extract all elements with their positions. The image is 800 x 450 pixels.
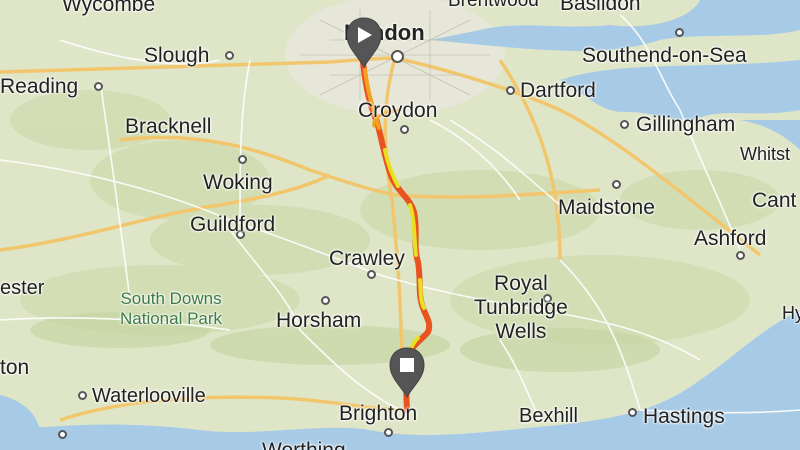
label-reading: Reading <box>0 75 79 98</box>
label-slough: Slough <box>144 44 210 67</box>
label-hythe: Hy <box>782 303 800 323</box>
gillingham-dot <box>620 120 629 129</box>
slough-dot <box>225 51 234 60</box>
label-royal-line2: Tunbridge <box>474 296 568 320</box>
label-royal-line1: Royal <box>494 272 548 295</box>
maidstone-dot <box>612 180 621 189</box>
horsham-dot <box>321 296 330 305</box>
stop-icon <box>400 358 414 372</box>
brighton-dot <box>384 428 393 437</box>
label-canterbury: Cant <box>752 189 797 212</box>
basildon-dot <box>675 28 684 37</box>
map-view[interactable]: Wycombe Brentwood Basildon London Slough… <box>0 0 800 450</box>
label-south-downs: South Downs National Park <box>120 289 222 328</box>
label-croydon: Croydon <box>358 99 438 122</box>
woking-dot <box>238 155 247 164</box>
portsmouth-dot <box>58 430 67 439</box>
label-south-downs-line2: National Park <box>120 308 223 328</box>
label-worthing: Worthing <box>262 440 346 450</box>
dartford-dot <box>506 86 515 95</box>
label-hastings: Hastings <box>643 405 725 428</box>
label-royal-tunbridge-wells: Royal Tunbridge Wells <box>474 272 568 344</box>
label-woking: Woking <box>203 171 273 194</box>
label-brentwood: Brentwood <box>448 0 539 11</box>
label-guildford: Guildford <box>190 213 276 236</box>
route-start-marker[interactable] <box>344 16 384 68</box>
label-basildon: Basildon <box>560 0 641 15</box>
route-end-marker[interactable] <box>387 346 427 398</box>
label-dartford: Dartford <box>520 79 596 102</box>
label-brighton: Brighton <box>339 402 418 425</box>
label-waterlooville: Waterlooville <box>92 385 206 407</box>
hastings-dot <box>628 408 637 417</box>
label-maidstone: Maidstone <box>558 196 655 219</box>
label-gillingham: Gillingham <box>636 113 736 136</box>
label-portsmouth: ton <box>0 356 30 379</box>
label-chichester: ester <box>0 277 45 299</box>
label-whitstable: Whitst <box>740 144 791 164</box>
london-marker-dot <box>391 50 404 63</box>
waterlooville-dot <box>78 391 87 400</box>
crawley-dot <box>367 270 376 279</box>
croydon-dot <box>400 125 409 134</box>
label-wycombe: Wycombe <box>62 0 156 16</box>
reading-dot <box>94 82 103 91</box>
label-bracknell: Bracknell <box>125 115 212 138</box>
label-south-downs-line1: South Downs <box>120 289 222 308</box>
label-royal-line3: Wells <box>495 320 547 344</box>
ashford-dot <box>736 251 745 260</box>
label-crawley: Crawley <box>329 247 405 270</box>
label-ashford: Ashford <box>694 227 767 250</box>
label-southend: Southend-on-Sea <box>582 44 747 67</box>
label-bexhill: Bexhill <box>519 405 578 427</box>
label-horsham: Horsham <box>276 309 362 332</box>
